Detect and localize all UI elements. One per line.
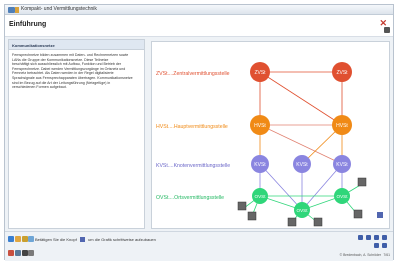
instruction-hint: Betätigen Sie die Knopf um die Grafik sc… [35,237,156,243]
window-title: Kompakt- und Vermittlungstechnik [21,6,97,12]
panel-body: Fernsprechnetze bilden zusammen mit Date… [9,50,144,93]
hint-text-before: Betätigen Sie die Knopf [35,237,77,242]
exit-icon[interactable] [384,27,390,33]
app-root: Kompakt- und Vermittlungstechnik Einführ… [0,0,398,264]
page-header: Einführung ✕ [5,15,393,37]
help-icon[interactable] [15,236,21,242]
page-number: 7/61 [383,253,390,257]
ovst-node-mid-label: OVSt [297,208,309,213]
settings-icon[interactable] [28,250,34,256]
body-line: Fernsprechnetze bilden zusammen mit Date… [12,53,129,57]
kvst-node-mid-label: KVSt [296,162,308,168]
pen-icon[interactable] [8,250,14,256]
page-title: Einführung [9,21,47,28]
level-label-ovst: OVSt....Ortsvermittlungsstelle [156,195,224,201]
previous-page-icon[interactable] [374,243,379,248]
panel-heading: Kommunikationsnetze [9,40,144,50]
main-window: Kompakt- und Vermittlungstechnik Einführ… [4,4,394,261]
home-icon[interactable] [8,236,14,242]
title-bar: Kompakt- und Vermittlungstechnik [5,5,393,15]
copyright-text: © Bredenbach, A. Schröder [339,253,381,257]
telephone-icon [287,217,297,227]
bottom-toolbar: Betätigen Sie die Knopf um die Grafik sc… [5,231,393,261]
zvst-node-left-label: ZVSt [254,70,266,76]
telephone-icon [237,201,247,211]
telephone-icon [353,209,363,219]
glossary-icon[interactable] [15,250,21,256]
ovst-node-right-label: OVSt [337,194,349,199]
zvst-node-right-label: ZVSt [336,70,348,76]
telephone-icon [357,177,367,187]
print-icon[interactable] [28,236,34,242]
forward-icon[interactable] [382,235,387,240]
level-label-hvst: HVSt....Hauptvermittlungsstelle [156,124,228,130]
diagram-svg: ZVSt....Zentralvermittlungsstelle HVSt..… [156,62,383,227]
back-icon[interactable] [374,235,379,240]
kvst-node-right-label: KVSt [336,162,348,168]
step-button-icon [79,237,85,243]
app-icon [8,7,15,13]
ovst-node-left-label: OVSt [255,194,267,199]
body-line: verschiedenen Formen aufgebaut. [12,85,67,90]
hvst-node-left-label: HVSt [254,123,266,129]
kvst-node-left-label: KVSt [254,162,266,168]
hint-text-after: um die Grafik schrittweise aufzubauen [88,237,156,242]
hvst-node-right-label: HVSt [336,123,348,129]
step-forward-button[interactable] [377,212,383,218]
telephone-icon [313,217,323,227]
telephone-icon [247,211,257,221]
text-panel: Kommunikationsnetze Fernsprechnetze bild… [8,39,145,229]
level-label-zvst: ZVSt....Zentralvermittlungsstelle [156,71,230,77]
body-line: Sprachsignale aus Fernsprechapparaten üb… [12,75,133,80]
folder-icon [15,7,19,13]
level-label-kvst: KVSt....Knotenvermittlungsstelle [156,163,230,169]
info-icon[interactable] [358,235,363,240]
next-page-icon[interactable] [382,243,387,248]
network-diagram: ZVSt....Zentralvermittlungsstelle HVSt..… [151,41,390,229]
search-icon[interactable] [366,235,371,240]
